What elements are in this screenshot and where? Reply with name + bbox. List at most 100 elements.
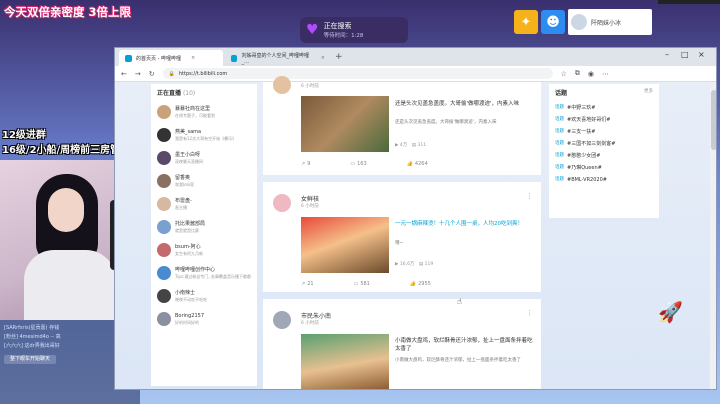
live-item[interactable]: 暴暴社商在这里 在线专题子，可能看到: [157, 103, 251, 121]
comment-button[interactable]: ▭ 581: [354, 281, 370, 287]
comment-icon: ▭: [353, 281, 359, 287]
video-title[interactable]: 小南做大盘鸡，软烂酥骨还汁浓郁，扯上一盘面条拌着吃太香了: [395, 337, 535, 353]
topic-label: #三国不如三剑剑客#: [567, 141, 616, 147]
topic-label: #乃琳Queen#: [567, 165, 602, 171]
tab-home[interactable]: 的首页页 - 哔哩哔哩 ×: [119, 50, 223, 66]
video-desc: 哦~: [395, 241, 404, 246]
forward-icon: ↗: [301, 281, 306, 287]
avatar: [157, 197, 171, 211]
live-item[interactable]: 墨王小白呀 深夜聊天直播间: [157, 149, 251, 167]
tab-space[interactable]: 刘姊哥皇的个人空间_哔哩哔哩_… ×: [225, 50, 331, 66]
topics-title: 话题: [555, 90, 568, 97]
feed-card[interactable]: 女鲜核 6 小时前 ⋮ 一元一锅麻辣烫！十几个人围一桌，人均20吃到爽！ 哦~ …: [263, 182, 541, 292]
feed-card[interactable]: 市民朱小南 6 小时前 ⋮ 小南做大盘鸡，软烂酥骨还汁浓郁，扯上一盘面条拌着吃太…: [263, 299, 541, 389]
collections-icon[interactable]: ⧉: [575, 69, 580, 78]
live-desc: 和我lolo家: [175, 181, 195, 187]
live-item[interactable]: 留香奥 和我lolo家: [157, 172, 251, 190]
minimize-icon[interactable]: –: [665, 50, 669, 59]
avatar: [157, 151, 171, 165]
topics-header: 话题 更多: [555, 88, 653, 97]
video-thumbnail[interactable]: [301, 96, 389, 152]
live-item[interactable]: bsum-阿心 女生有阿九月新: [157, 241, 251, 259]
close-icon[interactable]: ×: [191, 55, 195, 61]
more-icon[interactable]: ⋮: [526, 309, 533, 317]
topic-item[interactable]: 话题 #憨憨少女团#: [555, 150, 653, 162]
live-item[interactable]: 布雷盘- 直主播: [157, 195, 251, 213]
close-icon[interactable]: ×: [321, 55, 325, 61]
avatar: [571, 14, 587, 30]
back-icon[interactable]: ←: [121, 70, 127, 78]
maximize-icon[interactable]: □: [681, 50, 689, 59]
video-title[interactable]: 一元一锅麻辣烫！十几个人围一桌，人均20吃到爽！: [395, 220, 535, 228]
topics-more-link[interactable]: 更多: [644, 88, 653, 97]
topic-item[interactable]: 话题 #欢天喜地好哥们#: [555, 114, 653, 126]
topic-item[interactable]: 话题 #三国不如三剑剑客#: [555, 138, 653, 150]
favorite-icon[interactable]: ☆: [561, 70, 567, 78]
topic-item[interactable]: 话题 #BML-VR2020#: [555, 174, 653, 186]
tab-label: 的首页页 - 哔哩哔哩: [136, 55, 181, 62]
live-item[interactable]: 燕美_sama 我是有12次大哥有空开始《暴乐》: [157, 126, 251, 144]
live-item[interactable]: 哔哩哔哩创作中心 Tips:通过粉丝专门, 宏章覆盖音乐播下都都: [157, 264, 251, 282]
like-button[interactable]: 👍 2955: [410, 281, 431, 287]
video-thumbnail[interactable]: [301, 217, 389, 273]
topic-badge: 话题: [555, 105, 564, 110]
close-window-icon[interactable]: ×: [698, 50, 705, 59]
live-desc: 就是就是比赛: [175, 227, 199, 233]
forward-button[interactable]: ↗ 9: [301, 161, 310, 167]
gift-button[interactable]: ✦: [514, 10, 538, 34]
page-content: 正在直播 (10) 暴暴社商在这里 在线专题子，可能看到 燕美_sama 我是有12次…: [115, 76, 716, 389]
fans-button[interactable]: ☻: [541, 10, 565, 34]
topic-badge: 话题: [555, 117, 564, 122]
topic-label: #BML-VR2020#: [567, 177, 607, 183]
video-title[interactable]: 还是头次见盖急盖度。大哥偷'做哪渡迹'，内素入味: [395, 100, 535, 108]
chat-start-button[interactable]: 整下眼车开始聊天: [4, 355, 57, 364]
like-button[interactable]: 👍 4264: [407, 161, 428, 167]
scrollbar[interactable]: [710, 82, 716, 389]
refresh-icon[interactable]: ↻: [149, 70, 155, 78]
post-time: 6 小时前: [301, 321, 319, 326]
live-desc: 我是有12次大哥有空开始《暴乐》: [175, 135, 237, 141]
feed-card[interactable]: 6 小时前 还是头次见盖急盖度。大哥偷'做哪渡迹'，内素入味 还是头次见盖急盖度…: [263, 76, 541, 175]
live-item[interactable]: 小南辣士 晓夜不动吃不吃吃: [157, 287, 251, 305]
scrollbar-thumb[interactable]: [711, 90, 716, 150]
live-panel-header: 正在直播 (10): [157, 88, 251, 97]
forward-icon[interactable]: →: [135, 70, 141, 78]
menu-icon[interactable]: ⋯: [602, 70, 609, 78]
profile-icon[interactable]: ◉: [588, 70, 594, 78]
live-name: 哔哩哔哩创作中心: [175, 266, 216, 273]
heart-icon: ♥: [306, 22, 319, 38]
live-item[interactable]: 托比果酱部局 就是就是比赛: [157, 218, 251, 236]
browser-window: 的首页页 - 哔哩哔哩 × 刘姊哥皇的个人空间_哔哩哔哩_… × + – □ ×…: [114, 47, 717, 390]
live-list: 暴暴社商在这里 在线专题子，可能看到 燕美_sama 我是有12次大哥有空开始《暴乐》…: [157, 103, 251, 328]
user-name: 阡陌妹小冰: [591, 19, 622, 27]
author-name[interactable]: 女鲜核: [301, 194, 319, 203]
avatar: [273, 311, 291, 329]
live-name: 墨王小白呀: [175, 151, 201, 158]
post-time: 6 小时前: [301, 84, 319, 89]
more-icon[interactable]: ⋮: [526, 192, 533, 200]
search-status-widget: ♥ 正在搜索 等待时间：1:28: [300, 17, 408, 43]
topic-label: #憨憨少女团#: [567, 153, 601, 159]
topic-item[interactable]: 话题 #三支一扶#: [555, 126, 653, 138]
rule-line-2: 16级/2小船/周榜前三房管: [2, 145, 121, 156]
new-tab-button[interactable]: +: [335, 52, 343, 62]
avatar: [157, 174, 171, 188]
author-name[interactable]: 市民朱小南: [301, 311, 331, 320]
live-item[interactable]: Boring2157 好的时间好的: [157, 310, 251, 328]
avatar: [273, 194, 291, 212]
live-desc: 晓夜不动吃不吃吃: [175, 296, 207, 302]
feed: 6 小时前 还是头次见盖急盖度。大哥偷'做哪渡迹'，内素入味 还是头次见盖急盖度…: [263, 76, 541, 389]
user-card[interactable]: 阡陌妹小冰: [568, 9, 652, 35]
video-desc: 小南做大盘鸡，软烂酥骨还汁浓郁，扯上一盘面条拌着吃太香了: [395, 358, 521, 363]
forward-button[interactable]: ↗ 21: [301, 281, 314, 287]
topic-item[interactable]: 话题 #乃琳Queen#: [555, 162, 653, 174]
video-thumbnail[interactable]: [301, 334, 389, 389]
comment-icon: ▭: [350, 161, 356, 167]
video-desc: 还是头次见盖急盖度。大哥偷'做哪渡迹'，内素入味: [395, 120, 497, 125]
topic-item[interactable]: 话题 #中野三玖#: [555, 102, 653, 114]
topic-badge: 话题: [555, 177, 564, 182]
tab-bar: 的首页页 - 哔哩哔哩 × 刘姊哥皇的个人空间_哔哩哔哩_… × + – □ ×: [115, 48, 716, 66]
comment-button[interactable]: ▭ 163: [350, 161, 366, 167]
url-input[interactable]: 🔒 https://t.bilibili.com: [162, 68, 553, 79]
live-name: Boring2157: [175, 312, 205, 319]
